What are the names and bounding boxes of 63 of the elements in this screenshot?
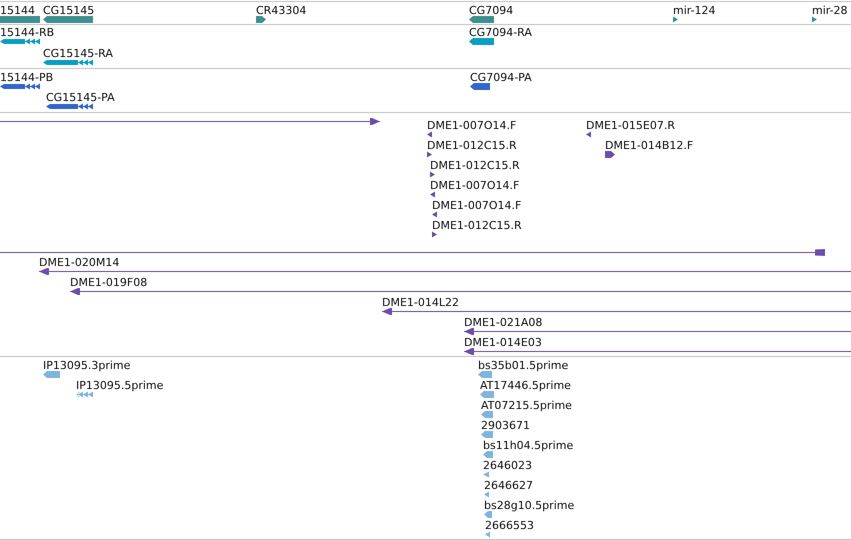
feature-label: DME1-019F08 [70, 276, 148, 289]
feature-label: DME1-014E03 [464, 336, 542, 349]
transcript-feature-glyph[interactable] [76, 391, 93, 398]
feature-label: DME1-012C15.R [427, 139, 517, 152]
feature-label: 15144 [0, 4, 35, 17]
transcript-feature-glyph[interactable] [43, 59, 93, 66]
feature-label: mir-124 [673, 4, 716, 17]
feature-label: bs28g10.5prime [484, 499, 574, 512]
feature-label: DME1-015E07.R [586, 119, 675, 132]
feature-label: 2646627 [484, 479, 533, 492]
bar-feature-glyph[interactable] [469, 38, 494, 45]
mark-feature-glyph[interactable] [812, 16, 817, 23]
feature-label: 2666553 [485, 519, 534, 532]
mark-feature-glyph[interactable] [427, 131, 432, 138]
line-feature-glyph[interactable] [70, 288, 851, 295]
mark-feature-glyph[interactable] [673, 16, 678, 23]
feature-label: DME1-007O14.F [427, 119, 516, 132]
line-feature-glyph[interactable] [39, 268, 851, 275]
feature-label: DME1-007O14.F [430, 179, 520, 192]
bar-feature-glyph[interactable] [605, 151, 615, 158]
feature-label: DME1-014B12.F [605, 139, 694, 152]
feature-label: AT17446.5prime [480, 379, 571, 392]
mark-feature-glyph[interactable] [432, 211, 437, 218]
bar-feature-glyph[interactable] [469, 16, 494, 23]
mark-feature-glyph[interactable] [586, 131, 591, 138]
transcript-feature-glyph[interactable] [0, 83, 40, 90]
feature-label: DME1-012C15.R [432, 219, 522, 232]
feature-label: CG15145-RA [43, 47, 113, 60]
feature-label: DME1-012C15.R [430, 159, 520, 172]
feature-label: IP13095.5prime [76, 379, 164, 392]
feature-label: bs35b01.5prime [478, 359, 568, 372]
feature-label: DME1-014L22 [382, 296, 459, 309]
mark-feature-glyph[interactable] [430, 171, 435, 178]
feature-label: CG7094-RA [469, 26, 532, 39]
line-feature-glyph[interactable] [464, 328, 851, 335]
mark-feature-glyph[interactable] [432, 231, 437, 238]
feature-label: DME1-020M14 [39, 256, 120, 269]
feature-label: 15144-RB [0, 26, 54, 39]
bar-feature-glyph[interactable] [470, 83, 490, 90]
feature-label: DME1-007O14.F [432, 199, 522, 212]
feature-label: CG7094 [469, 4, 514, 17]
transcript-feature-glyph[interactable] [46, 103, 93, 110]
transcript-feature-glyph[interactable] [0, 38, 40, 45]
feature-label: CG7094-PA [470, 71, 532, 84]
line-feature-glyph[interactable] [0, 249, 825, 256]
mark-feature-glyph[interactable] [427, 151, 432, 158]
bar-feature-glyph[interactable] [256, 16, 266, 23]
feature-label: 2903671 [481, 419, 530, 432]
feature-label: 15144-PB [0, 71, 54, 84]
feature-label: DME1-021A08 [464, 316, 542, 329]
feature-label: IP13095.3prime [43, 359, 130, 372]
line-feature-glyph[interactable] [382, 308, 851, 315]
line-feature-glyph[interactable] [0, 118, 380, 125]
bar-feature-glyph[interactable] [43, 16, 93, 23]
feature-label: CR43304 [256, 4, 306, 17]
line-feature-glyph[interactable] [464, 348, 851, 355]
feature-label: mir-28 [812, 4, 848, 17]
mark-feature-glyph[interactable] [430, 191, 435, 198]
feature-label: AT07215.5prime [481, 399, 572, 412]
feature-label: 2646023 [483, 459, 532, 472]
feature-label: bs11h04.5prime [483, 439, 574, 452]
feature-label: CG15145 [43, 4, 94, 17]
feature-label: CG15145-PA [46, 91, 115, 104]
